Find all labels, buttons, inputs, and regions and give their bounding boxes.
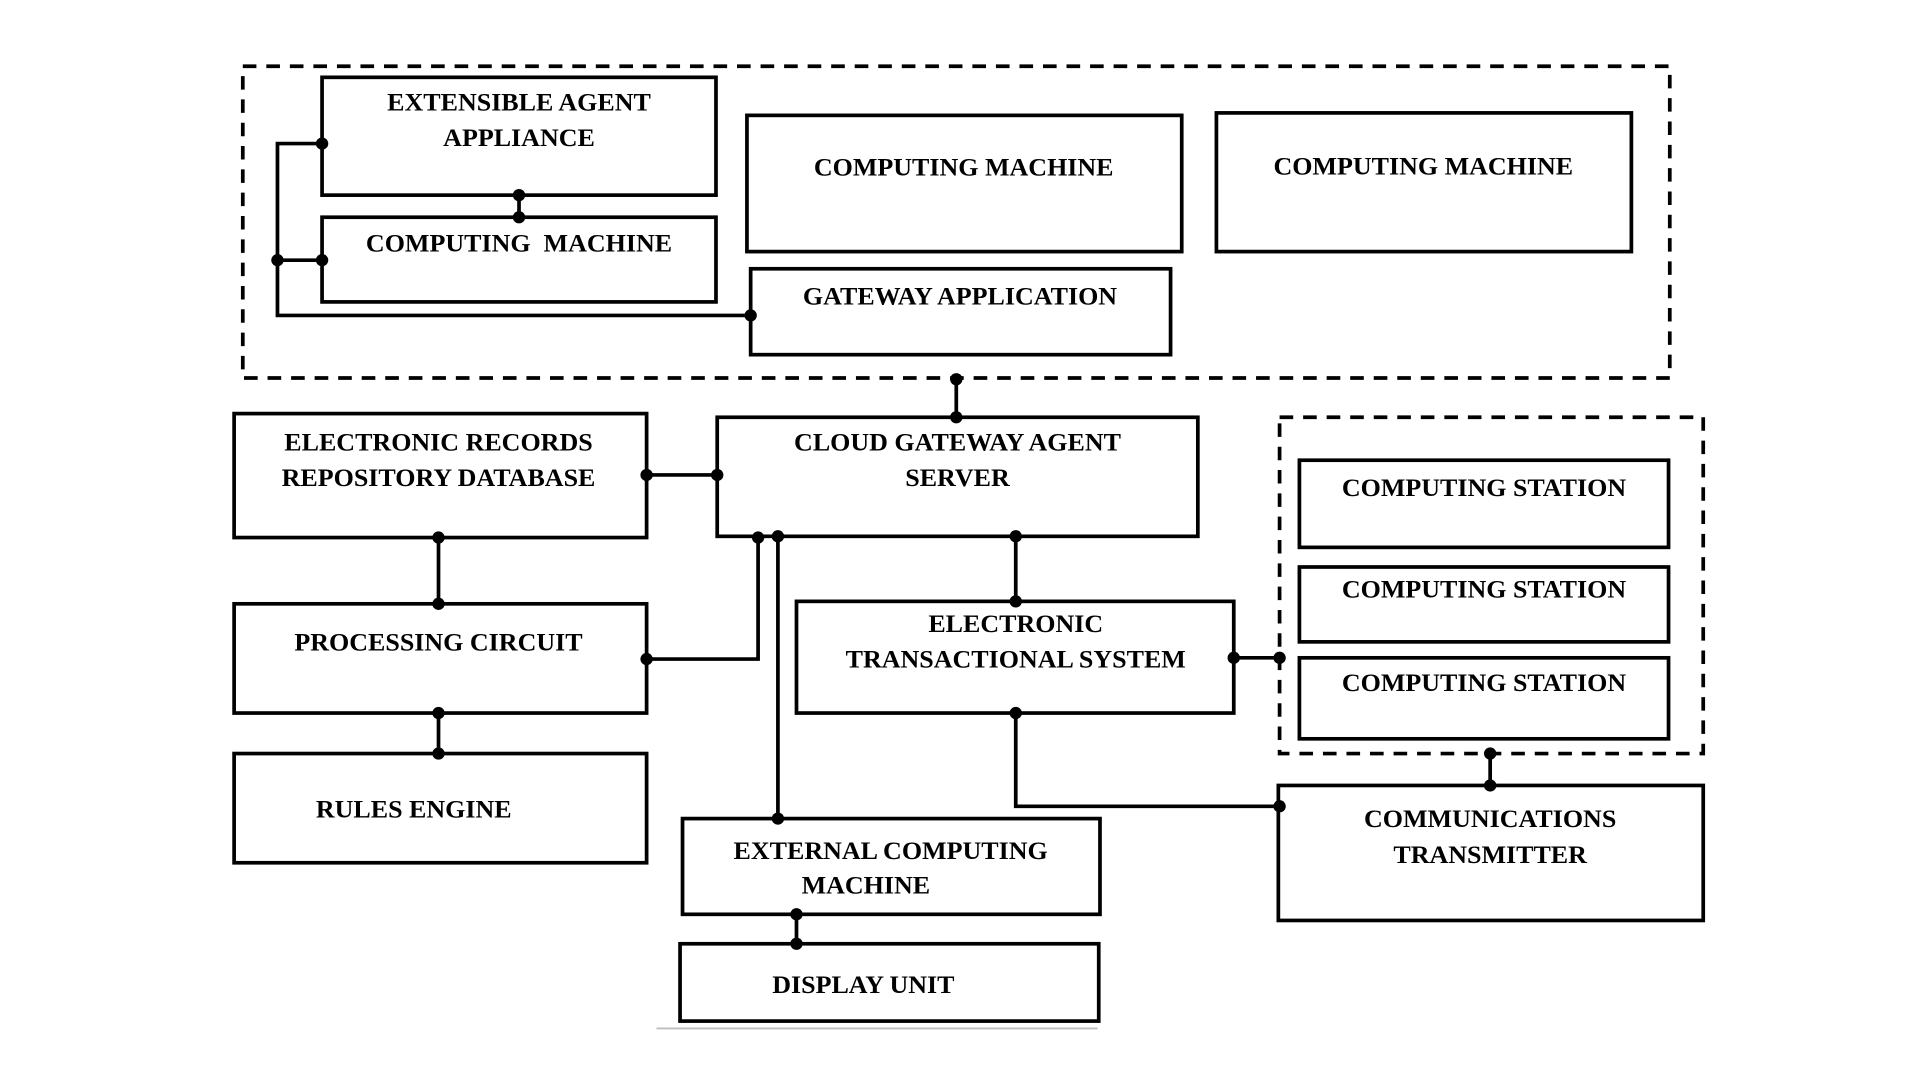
node-communications-transmitter: COMMUNICATIONS TRANSMITTER xyxy=(1276,783,1706,923)
junction-dot xyxy=(432,747,445,760)
label: REPOSITORY DATABASE xyxy=(282,463,596,492)
junction-dot xyxy=(315,254,329,267)
node-external-computing-machine: EXTERNAL COMPUTING MACHINE xyxy=(680,816,1102,917)
node-computing-station-3: COMPUTING STATION xyxy=(1297,655,1671,741)
junction-dot xyxy=(771,812,785,825)
junction-dot xyxy=(751,531,765,544)
junction-dot xyxy=(1009,530,1022,543)
label: EXTERNAL COMPUTING xyxy=(734,836,1048,865)
label: COMPUTING STATION xyxy=(1342,668,1627,697)
junction-dot xyxy=(950,373,963,386)
junction-dot xyxy=(315,137,329,150)
junction-dot xyxy=(790,908,803,921)
node-extensible-agent-appliance: EXTENSIBLE AGENT APPLIANCE xyxy=(320,75,718,197)
node-electronic-records-repository-database: ELECTRONIC RECORDS REPOSITORY DATABASE xyxy=(232,411,649,540)
node-cloud-gateway-agent-server: CLOUD GATEWAY AGENT SERVER xyxy=(715,415,1200,539)
label: PROCESSING CIRCUIT xyxy=(294,628,582,657)
node-processing-circuit: PROCESSING CIRCUIT xyxy=(232,601,649,715)
node-gateway-application: GATEWAY APPLICATION xyxy=(748,266,1173,357)
label: ELECTRONIC RECORDS xyxy=(284,428,592,457)
junction-dot xyxy=(771,530,785,543)
junction-dot xyxy=(744,309,757,322)
label: COMPUTING MACHINE xyxy=(366,229,672,258)
label: COMPUTING STATION xyxy=(1342,575,1627,604)
junction-dot xyxy=(640,652,653,666)
junction-dot xyxy=(512,189,526,202)
node-computing-machine-a: COMPUTING MACHINE xyxy=(320,215,718,304)
node-computing-station-2: COMPUTING STATION xyxy=(1297,565,1671,644)
wire-pc-cgas xyxy=(646,537,760,661)
node-electronic-transactional-system: ELECTRONIC TRANSACTIONAL SYSTEM xyxy=(794,599,1236,715)
junction-dot xyxy=(1009,706,1022,720)
junction-dot xyxy=(1483,779,1497,792)
label: DISPLAY UNIT xyxy=(772,970,954,999)
junction-dot xyxy=(432,531,445,544)
label: TRANSMITTER xyxy=(1393,840,1587,869)
label: COMMUNICATIONS xyxy=(1364,804,1616,833)
node-computing-machine-b: COMPUTING MACHINE xyxy=(745,113,1184,254)
label: RULES ENGINE xyxy=(316,794,512,823)
junction-dot xyxy=(790,937,803,950)
label: APPLIANCE xyxy=(443,123,595,152)
label: SERVER xyxy=(905,463,1010,492)
label: COMPUTING MACHINE xyxy=(814,153,1114,182)
junction-dot xyxy=(950,411,963,424)
label: CLOUD GATEWAY AGENT xyxy=(794,428,1121,457)
junction-dot xyxy=(1227,651,1240,664)
junction-dot xyxy=(271,254,284,267)
block-diagram: EXTENSIBLE AGENT APPLIANCE COMPUTING MAC… xyxy=(232,64,1706,1030)
label: GATEWAY APPLICATION xyxy=(803,281,1117,310)
junction-dot xyxy=(711,468,724,482)
label: TRANSACTIONAL SYSTEM xyxy=(846,645,1186,674)
label: COMPUTING STATION xyxy=(1342,473,1627,502)
wire-ets-comms xyxy=(1013,713,1280,809)
junction-dot xyxy=(1009,595,1022,608)
node-computing-machine-c: COMPUTING MACHINE xyxy=(1214,111,1634,254)
label: COMPUTING MACHINE xyxy=(1273,151,1573,180)
node-computing-station-1: COMPUTING STATION xyxy=(1297,458,1671,550)
junction-dot xyxy=(1483,747,1497,760)
junction-dot xyxy=(432,597,445,610)
junction-dot xyxy=(640,468,653,482)
node-rules-engine: RULES ENGINE xyxy=(232,751,649,865)
label: MACHINE xyxy=(802,871,931,900)
junction-dot xyxy=(1273,800,1286,813)
node-display-unit: DISPLAY UNIT xyxy=(678,941,1101,1023)
label: ELECTRONIC xyxy=(928,609,1103,638)
junction-dot xyxy=(1273,651,1286,664)
label: EXTENSIBLE AGENT xyxy=(387,88,651,117)
junction-dot xyxy=(432,706,445,720)
junction-dot xyxy=(512,211,526,224)
